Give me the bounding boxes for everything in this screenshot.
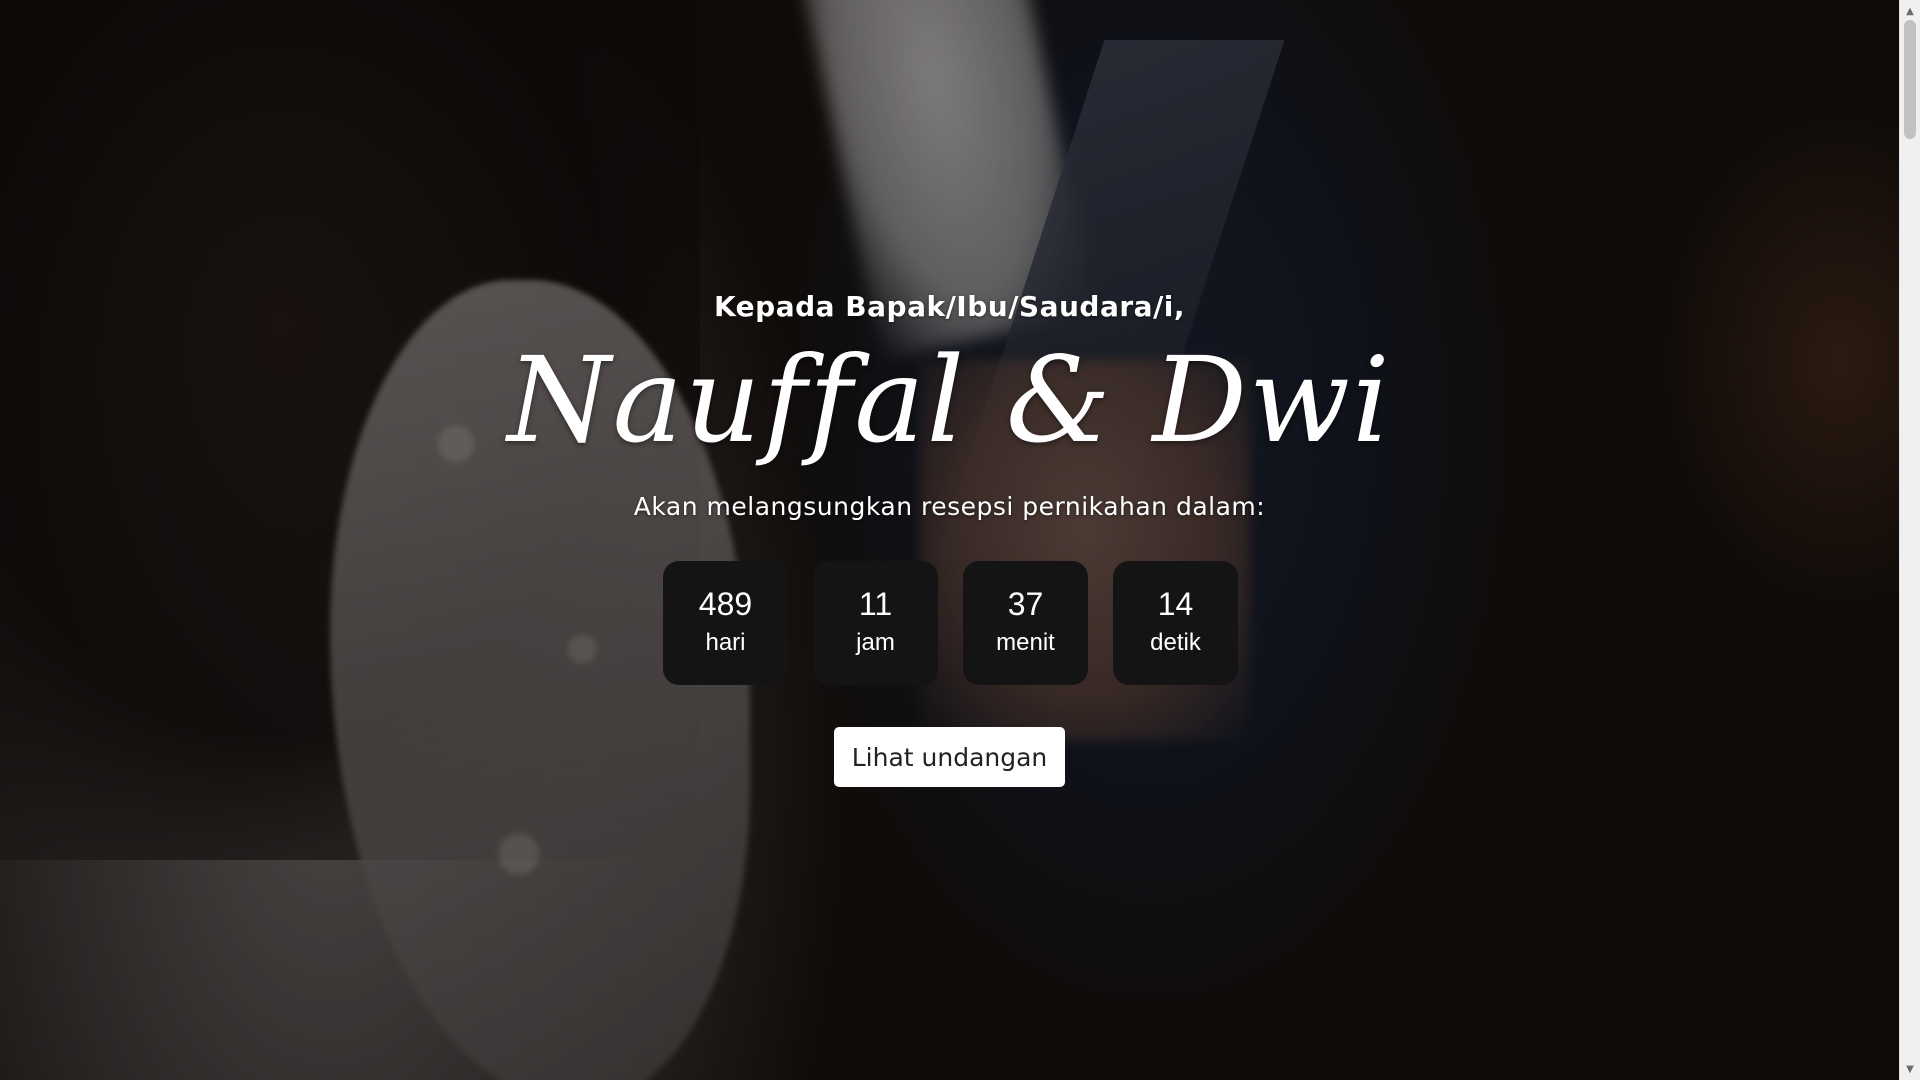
hero-content: Kepada Bapak/Ibu/Saudara/i, Nauffal & Dw… [0,0,1899,1080]
countdown-days: 489 hari [663,561,788,685]
countdown-minutes-unit: menit [996,629,1055,656]
countdown-hours-unit: jam [856,629,895,656]
countdown-seconds: 14 detik [1113,561,1238,685]
countdown-days-value: 489 [698,586,753,622]
countdown-seconds-value: 14 [1157,586,1194,622]
countdown-minutes-value: 37 [1007,586,1044,622]
countdown-seconds-unit: detik [1150,629,1201,656]
greeting-text: Kepada Bapak/Ibu/Saudara/i, [713,290,1186,323]
vertical-scrollbar[interactable]: ▲ ▼ [1899,0,1920,1080]
countdown-hours: 11 jam [813,561,938,685]
countdown-timer: 489 hari 11 jam 37 menit 14 detik [663,561,1238,685]
triangle-up-icon[interactable]: ▲ [1900,2,1920,20]
triangle-down-icon[interactable]: ▼ [1900,1060,1920,1078]
scrollbar-thumb[interactable] [1904,20,1916,139]
countdown-minutes: 37 menit [963,561,1088,685]
event-subtitle: Akan melangsungkan resepsi pernikahan da… [633,492,1266,521]
countdown-days-unit: hari [705,629,746,656]
couple-names: Nauffal & Dwi [507,331,1392,469]
view-invitation-button[interactable]: Lihat undangan [834,727,1065,787]
invitation-page: Kepada Bapak/Ibu/Saudara/i, Nauffal & Dw… [0,0,1920,1080]
countdown-hours-value: 11 [858,586,893,622]
